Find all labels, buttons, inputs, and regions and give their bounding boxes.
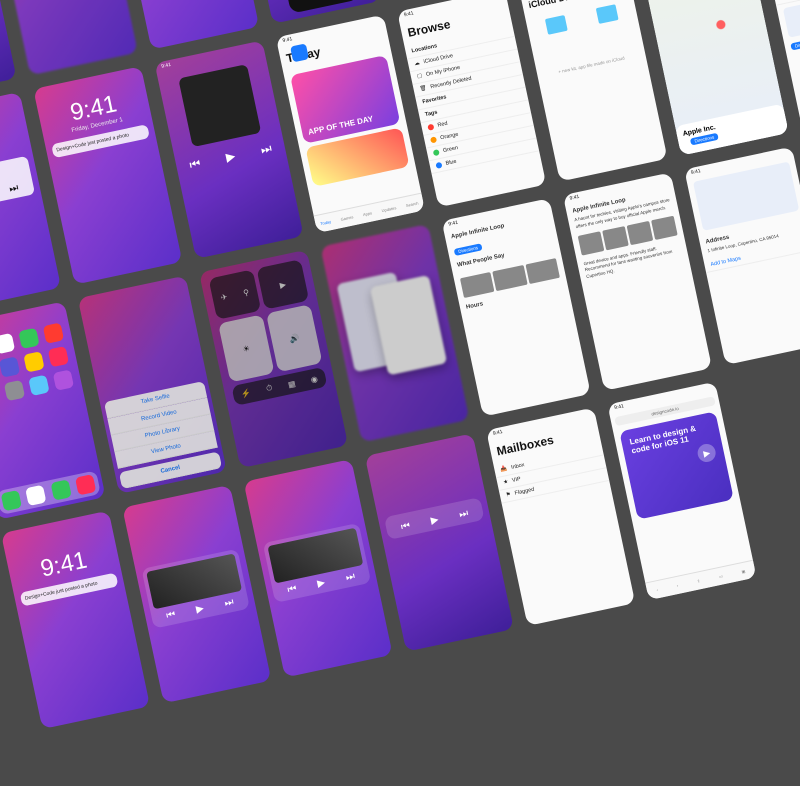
cc-grid: ✈ ⚲ ▶ ☀ 🔊 ⚡ ⏱ ▦ ◉	[199, 250, 337, 416]
phone-icon: ▢	[416, 73, 422, 80]
mini-player[interactable]: Track ⏮ ⏸ ⏭	[0, 156, 35, 215]
mini-map[interactable]	[783, 0, 800, 38]
files-browse-screen: 9:41 Browse Locations ☁iCloud Drive ▢On …	[397, 0, 546, 207]
cloud-icon: ☁	[414, 60, 421, 67]
cc-volume[interactable]: 🔊	[266, 304, 322, 372]
app-icon[interactable]	[0, 333, 15, 354]
card-label: APP OF THE DAY	[307, 114, 374, 137]
star-icon: ★	[503, 479, 509, 486]
folder-icon	[596, 4, 619, 24]
learn-card[interactable]: Learn to design & code for iOS 11 ▶	[619, 411, 734, 519]
share-icon[interactable]: ⇪	[696, 578, 700, 584]
play-icon[interactable]: ▶	[225, 149, 237, 166]
trash-icon: 🗑	[419, 85, 427, 92]
app-grid	[0, 311, 84, 418]
app-icon[interactable]	[52, 370, 73, 391]
map-sheet[interactable]: Apple Inc. Directions	[675, 104, 789, 156]
app-icon[interactable]	[23, 351, 44, 372]
airplane-icon[interactable]: ✈	[220, 292, 228, 302]
tabs-icon[interactable]: ▣	[741, 569, 746, 575]
cc-brightness[interactable]: ☀	[218, 314, 274, 382]
play-button[interactable]: ▶	[696, 442, 717, 463]
bookmarks-icon[interactable]: ▭	[719, 573, 724, 579]
app-badge-icon	[290, 43, 309, 62]
folder-item[interactable]	[583, 1, 631, 26]
play-icon[interactable]: ▶	[316, 577, 326, 589]
music-full-player: 9:41 ⏮ ▶ ⏭	[155, 40, 304, 258]
play-icon: ▶	[703, 448, 711, 458]
safari-screen: 9:41 designcode.io Learn to design & cod…	[607, 382, 756, 600]
dock-phone[interactable]	[0, 490, 21, 511]
app-icon[interactable]	[47, 346, 68, 367]
lock-screen-dup: 9:41 Friday, December 1 Design+Code just…	[33, 66, 182, 284]
forward-icon[interactable]: ›	[676, 583, 678, 588]
camera-icon[interactable]: ◉	[310, 374, 319, 384]
icloud-drive-screen: 9:41 iCloud Drive + new kit, app file ma…	[518, 0, 667, 182]
app-icon[interactable]	[3, 380, 24, 401]
app-icon[interactable]	[0, 356, 20, 377]
next-icon[interactable]: ⏭	[8, 182, 19, 195]
action-sheet: Take Selfie Record Video Photo Library V…	[104, 381, 222, 489]
wifi-icon[interactable]: ⚲	[242, 287, 250, 297]
app-icon[interactable]	[18, 328, 39, 349]
album-art	[178, 64, 261, 147]
next-icon[interactable]: ⏭	[259, 141, 273, 158]
lock-notif-screen: 9:41 Design+Code just posted a photo	[1, 511, 150, 729]
lock-player-screen-2: ⏮ ▶ ⏭	[244, 459, 393, 677]
flag-icon: ⚑	[505, 492, 511, 499]
learn-text: Learn to design & code for iOS 11	[629, 424, 697, 456]
directions-button[interactable]: Directions	[690, 133, 719, 146]
place-reviews-screen: 9:41 Apple Infinite Loop A haunt for tec…	[563, 172, 712, 390]
timer-icon[interactable]: ⏱	[265, 383, 273, 394]
action-sheet-screen: Take Selfie Record Video Photo Library V…	[78, 275, 227, 493]
prev-icon[interactable]: ⏮	[165, 609, 176, 622]
next-icon[interactable]: ⏭	[458, 508, 469, 521]
appstore-today-screen: 9:41 Today APP OF THE DAY Today Games Ap…	[276, 15, 425, 233]
play-icon[interactable]: ▶	[195, 603, 205, 615]
back-icon[interactable]: ‹	[656, 587, 658, 592]
directions-button[interactable]: Directions	[790, 38, 800, 51]
safari-toolbar: ‹ › ⇪ ▭ ▣	[645, 560, 756, 600]
today-view-screen: 9:41 Design+Code just posted a photo Qui…	[0, 0, 138, 75]
dock-safari[interactable]	[25, 485, 46, 506]
mail-screen: 9:41 Mailboxes 📥Inbox ★VIP ⚑Flagged	[486, 407, 635, 625]
cc-connectivity[interactable]: ✈ ⚲	[209, 269, 262, 319]
folder-icon	[545, 15, 568, 35]
dock-messages[interactable]	[50, 479, 71, 500]
prev-icon[interactable]: ⏮	[188, 156, 202, 173]
inbox-icon: 📥	[500, 466, 508, 473]
app-switcher-screen	[320, 224, 469, 442]
lock-player-screen: ⏮ ▶ ⏭	[122, 485, 271, 703]
dock-music[interactable]	[75, 474, 96, 495]
app-icon[interactable]	[28, 375, 49, 396]
prev-icon[interactable]: ⏮	[287, 583, 298, 596]
play-icon[interactable]: ▶	[430, 514, 440, 526]
prev-icon[interactable]: ⏮	[400, 520, 411, 533]
mockup-grid: 9:41●●● Earlier Today INSTAGRAM Design+C…	[0, 0, 800, 786]
place-name: Apple Inc.	[682, 111, 779, 138]
hero-device-mock	[270, 0, 359, 14]
app-icon[interactable]	[42, 323, 63, 344]
flashlight-icon[interactable]: ⚡	[240, 388, 252, 399]
cc-music[interactable]: ▶	[256, 259, 309, 309]
next-icon[interactable]: ⏭	[224, 597, 235, 610]
dock	[0, 470, 101, 515]
music-dark-screen: ⏮ ▶ ⏭	[365, 433, 514, 651]
place-detail-screen: 9:41 Apple Infinite Loop Directions What…	[442, 198, 591, 416]
notification-center-screen: 9:41●●● Earlier Today INSTAGRAM Design+C…	[0, 0, 17, 101]
next-icon[interactable]: ⏭	[345, 571, 356, 584]
calculator-icon[interactable]: ▦	[287, 379, 296, 389]
control-center-screen: ✈ ⚲ ▶ ☀ 🔊 ⚡ ⏱ ▦ ◉	[199, 250, 348, 468]
folder-item[interactable]	[532, 12, 580, 37]
